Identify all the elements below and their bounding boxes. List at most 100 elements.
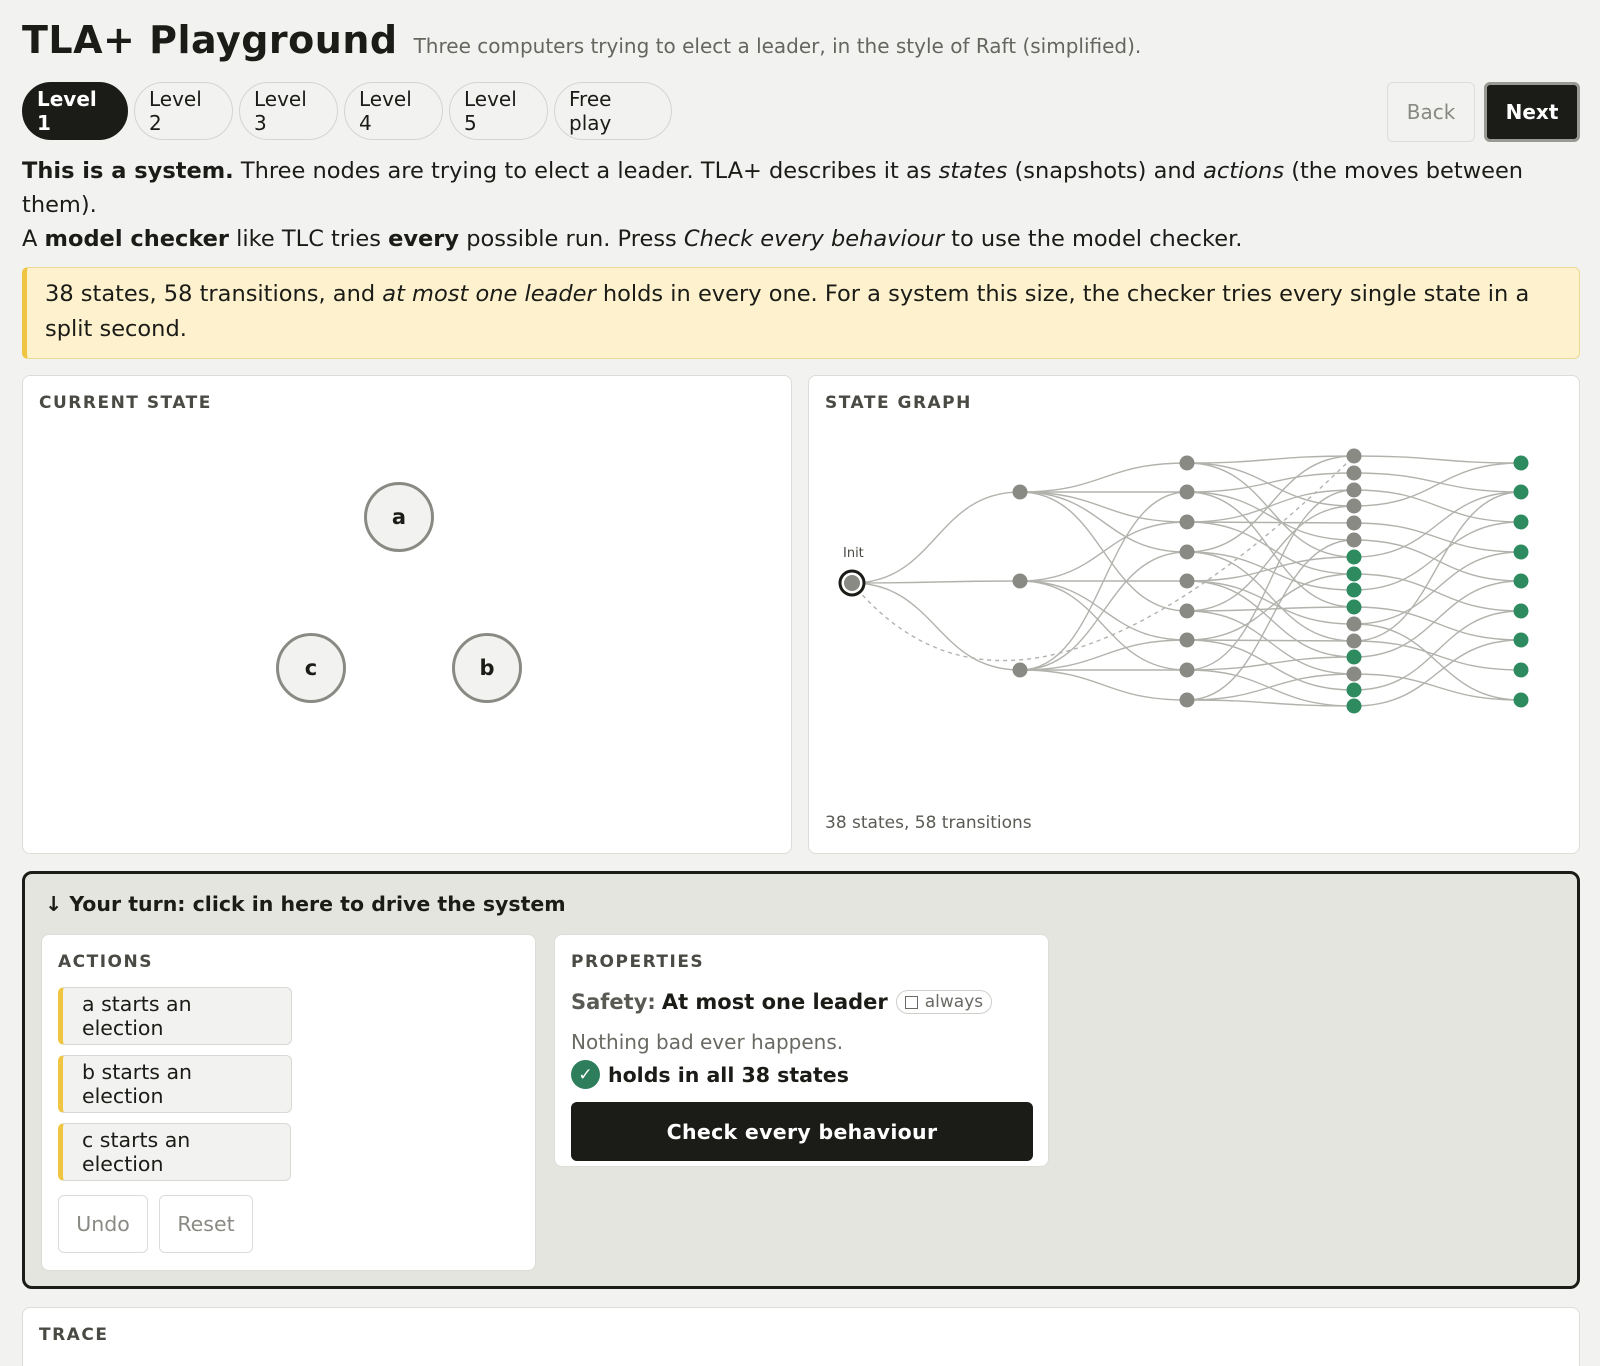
current-state-panel: CURRENT STATE a b c [22,375,792,854]
trace-label: TRACE [39,1325,109,1345]
action-a-starts-election[interactable]: a starts an election [58,987,292,1045]
graph-state-node[interactable] [1513,484,1529,500]
safety-name: At most one leader [661,990,888,1014]
graph-edge [1019,521,1188,582]
reset-button[interactable]: Reset [159,1195,253,1253]
graph-state-node[interactable] [1513,632,1529,648]
graph-state-node[interactable] [1513,544,1529,560]
graph-edge [1353,522,1522,553]
properties-panel: PROPERTIES Safety: At most one leader al… [554,934,1049,1167]
graph-state-node[interactable] [1179,662,1195,678]
graph-state-node[interactable] [1179,484,1195,500]
graph-footer: 38 states, 58 transitions [825,813,1032,833]
graph-state-node[interactable] [1346,448,1362,464]
state-graph-panel: STATE GRAPH Init 38 states, 58 transitio… [808,375,1580,854]
state-graph: Init [838,448,1529,714]
checkbox-icon[interactable] [904,995,918,1009]
graph-edge [1186,462,1355,507]
graph-state-node[interactable] [1179,544,1195,560]
graph-state-node[interactable] [1179,692,1195,708]
graph-state-node[interactable] [1513,692,1529,708]
intro-p2-b: like TLC tries [229,226,389,252]
graph-state-node[interactable] [1179,455,1195,471]
intro-every: every [388,226,460,252]
graph-state-node[interactable] [1012,662,1028,678]
graph-state-node[interactable] [1513,573,1529,589]
intro-model-checker: model checker [44,226,230,252]
graph-state-node[interactable] [1346,666,1362,682]
tab-level-3[interactable]: Level 3 [239,82,338,140]
property-status: ✓ holds in all 38 states [571,1060,849,1089]
graph-edge [1353,455,1522,464]
intro-paragraph-2: A model checker like TLC tries every pos… [22,222,1582,256]
properties-label: PROPERTIES [571,952,705,972]
callout-emphasis: at most one leader [382,281,596,307]
graph-state-node[interactable] [1346,649,1362,665]
action-c-starts-election[interactable]: c starts an election [58,1123,291,1181]
intro-actions: actions [1203,158,1285,184]
graph-state-node[interactable] [1513,514,1529,530]
graph-state-node[interactable] [1346,682,1362,698]
graph-state-node[interactable] [1346,515,1362,531]
graph-edge [1019,491,1188,553]
actions-label: ACTIONS [58,952,153,972]
safety-label: Safety: [571,990,656,1014]
intro-p2-c: possible run. Press [459,226,684,252]
graph-state-node[interactable] [1346,633,1362,649]
check-icon: ✓ [571,1060,600,1089]
graph-state-node[interactable] [1346,465,1362,481]
property-description: Nothing bad ever happens. [571,1030,844,1054]
actions-panel: ACTIONS a starts an election b starts an… [41,934,536,1271]
graph-state-node[interactable] [1513,662,1529,678]
check-every-behaviour-button[interactable]: Check every behaviour [571,1102,1033,1161]
header: TLA+ Playground Three computers trying t… [22,18,1141,62]
graph-state-node[interactable] [1346,582,1362,598]
graph-init-node[interactable] [844,575,860,591]
graph-edge [1186,639,1355,642]
graph-state-node[interactable] [1179,514,1195,530]
holds-text: holds in all 38 states [608,1062,849,1087]
node-b: b [452,633,522,703]
graph-state-node[interactable] [1179,632,1195,648]
graph-edge [1186,551,1355,642]
graph-edge [1186,699,1355,707]
back-button[interactable]: Back [1387,82,1475,142]
callout-text-a: 38 states, 58 transitions, and [45,281,383,307]
graph-edge [1353,462,1522,507]
intro-states: states [938,158,1008,184]
graph-state-node[interactable] [1346,549,1362,565]
tab-free-play[interactable]: Free play [554,82,672,140]
app-subtitle: Three computers trying to elect a leader… [413,34,1142,58]
graph-edge [1186,489,1355,523]
intro-p2-a: A [22,226,45,252]
graph-state-node[interactable] [1346,498,1362,514]
next-button[interactable]: Next [1484,82,1580,142]
graph-state-node[interactable] [1179,573,1195,589]
your-turn-panel[interactable]: ↓ Your turn: click in here to drive the … [22,871,1580,1289]
your-turn-title: ↓ Your turn: click in here to drive the … [45,892,566,916]
graph-edge-dashed [851,455,1355,662]
undo-button[interactable]: Undo [58,1195,148,1253]
info-callout: 38 states, 58 transitions, and at most o… [22,267,1580,359]
tab-level-5[interactable]: Level 5 [449,82,548,140]
tab-level-1[interactable]: Level 1 [22,82,128,140]
graph-state-node[interactable] [1346,616,1362,632]
graph-edge [851,580,1021,584]
always-label: always [924,992,984,1012]
graph-state-node[interactable] [1012,573,1028,589]
always-toggle[interactable]: always [895,990,993,1014]
graph-state-node[interactable] [1346,698,1362,714]
graph-state-node[interactable] [1346,599,1362,615]
app-title: TLA+ Playground [22,18,398,62]
tab-level-2[interactable]: Level 2 [134,82,233,140]
graph-state-node[interactable] [1179,603,1195,619]
graph-edge [1353,472,1522,493]
graph-state-node[interactable] [1513,603,1529,619]
tab-level-4[interactable]: Level 4 [344,82,443,140]
graph-state-node[interactable] [1346,482,1362,498]
graph-state-node[interactable] [1513,455,1529,471]
graph-state-node[interactable] [1346,566,1362,582]
graph-state-node[interactable] [1012,484,1028,500]
action-b-starts-election[interactable]: b starts an election [58,1055,292,1113]
graph-state-node[interactable] [1346,532,1362,548]
